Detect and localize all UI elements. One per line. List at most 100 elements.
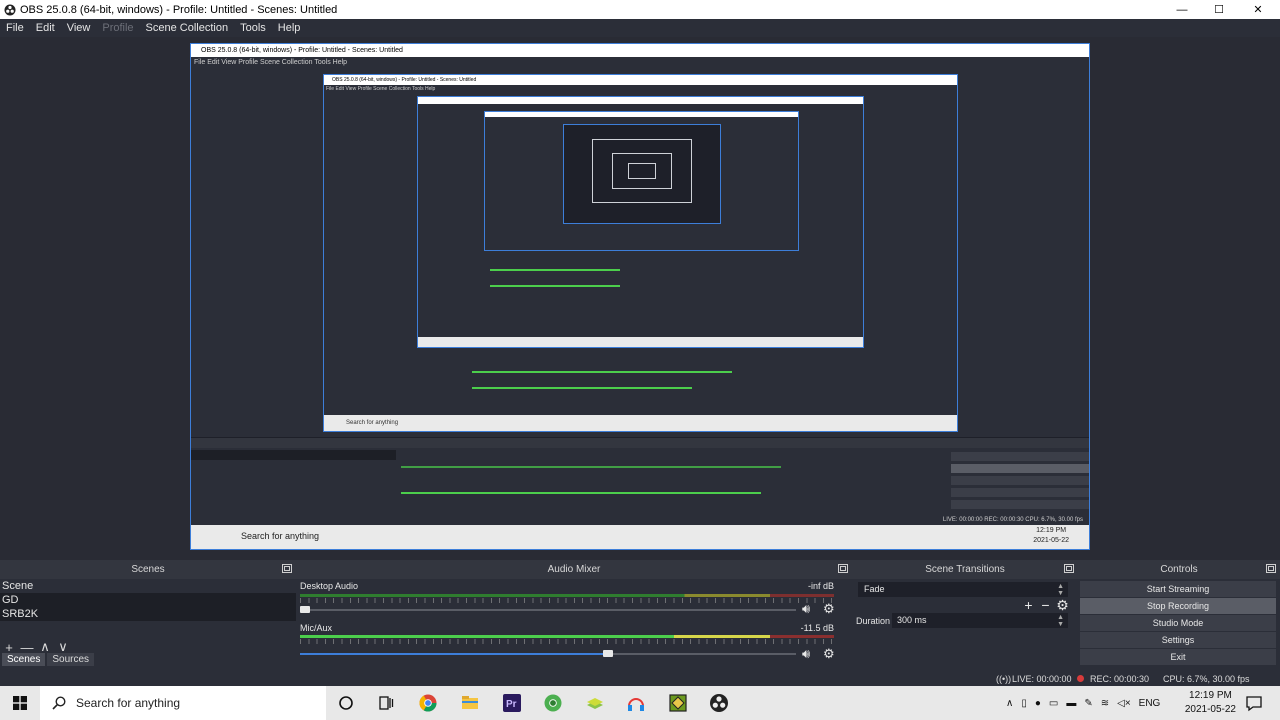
preview-menu: File Edit View Profile Scene Collection … [191,57,1089,69]
preview-deeper-title [485,112,798,117]
preview-deep-title [418,97,863,104]
duration-input[interactable]: 300 ms ▲ ▼ [892,613,1068,628]
transition-select[interactable]: Fade ▲ ▼ [858,582,1068,597]
preview-deep-meter [490,269,620,271]
menu-tools[interactable]: Tools [234,22,272,34]
device-icon[interactable]: ▯ [1021,698,1027,709]
duration-label: Duration [856,616,891,626]
obs-icon[interactable] [709,693,729,713]
exit-button[interactable]: Exit [1080,649,1276,665]
audio-mixer-title: Audio Mixer [547,564,601,575]
preview-canvas[interactable]: OBS 25.0.8 (64-bit, windows) - Profile: … [0,37,1280,560]
scene-item[interactable]: GD [0,593,296,607]
window-title: OBS 25.0.8 (64-bit, windows) - Profile: … [20,3,338,16]
meter-ticks [300,598,834,603]
volume-slider-knob[interactable] [602,650,613,657]
taskbar-clock[interactable]: 12:19 PM 2021-05-22 [1185,689,1236,717]
headphones-icon[interactable] [626,693,646,713]
duration-value: 300 ms [897,615,927,625]
undock-icon[interactable] [838,564,848,573]
studio-mode-button[interactable]: Studio Mode [1080,615,1276,631]
undock-icon[interactable] [282,564,292,573]
gear-icon[interactable]: ⚙ [823,646,835,662]
chevron-up-icon[interactable]: ∧ [1006,698,1013,709]
speaker-icon[interactable]: 🔊︎ [802,601,810,617]
tab-scenes[interactable]: Scenes [2,653,46,666]
language-indicator[interactable]: ENG [1139,698,1161,709]
preview-scene-selected [191,450,396,460]
track-name: Desktop Audio [300,581,359,591]
microphone-icon[interactable]: ● [1035,698,1041,709]
transition-buttons: + − ⚙ [1020,597,1071,614]
gd-icon[interactable] [668,693,688,713]
maximize-button[interactable]: ☐ [1199,0,1239,19]
task-view-icon[interactable] [376,693,396,713]
scene-transitions-dock: Scene Transitions Fade ▲ ▼ + − ⚙ Duration… [852,560,1078,686]
menu-scene-collection[interactable]: Scene Collection [140,22,235,34]
preview-deep-docks [418,255,863,335]
notification-icon[interactable] [1244,693,1264,713]
svg-text:Pr: Pr [506,699,517,710]
scenes-dock-header: Scenes [0,560,296,579]
wifi-icon[interactable]: ≋ [1101,698,1109,709]
preview-taskbar: Search for anything 12:19 PM 2021-05-22 [191,525,1089,549]
title-bar: OBS 25.0.8 (64-bit, windows) - Profile: … [0,0,1280,19]
gear-icon[interactable]: ⚙ [1054,597,1071,614]
add-transition-button[interactable]: + [1020,597,1037,614]
preview-deeper-docks [485,224,798,246]
preview-clock-date: 2021-05-22 [1033,537,1069,544]
minimize-button[interactable]: — [1162,0,1202,19]
start-streaming-button[interactable]: Start Streaming [1080,581,1276,597]
scene-item[interactable]: SRB2K [0,607,296,621]
scene-transitions-header: Scene Transitions [852,560,1078,579]
file-explorer-icon[interactable] [460,693,480,713]
preview-dock-headers [191,438,1089,448]
preview-nested-title: OBS 25.0.8 (64-bit, windows) - Profile: … [324,75,957,85]
volume-slider[interactable] [300,650,796,657]
close-button[interactable]: ✕ [1238,0,1278,19]
preview-nested-docks [324,351,957,413]
scenes-list[interactable]: Scene GD SRB2K [0,579,296,639]
preview-controls [951,452,1089,512]
audio-mixer-dock: Audio Mixer Desktop Audio -inf dB 🔊︎ ⚙ M… [296,560,852,686]
tab-sources[interactable]: Sources [47,653,95,666]
menu-profile[interactable]: Profile [96,22,139,34]
chrome-icon[interactable] [418,693,438,713]
controls-title: Controls [1160,564,1198,575]
menu-file[interactable]: File [0,22,30,34]
premiere-icon[interactable]: Pr [502,693,522,713]
preview-capture-deeper [484,111,799,251]
desktop-audio-track: Desktop Audio -inf dB 🔊︎ ⚙ [296,579,846,621]
tunnel-ring [628,163,656,179]
undock-icon[interactable] [1266,564,1276,573]
start-button[interactable] [0,686,40,720]
display-icon[interactable]: ▭ [1049,698,1058,709]
settings-button[interactable]: Settings [1080,632,1276,648]
volume-slider[interactable] [300,606,796,613]
volume-slider-knob[interactable] [300,606,310,613]
volume-icon[interactable]: ◁× [1117,698,1131,709]
speaker-icon[interactable]: 🔊︎ [802,646,810,662]
preview-control-btn [951,464,1089,473]
pen-icon[interactable]: ✎ [1084,698,1092,709]
preview-status: LIVE: 00:00:00 REC: 00:00:30 CPU: 6.7%, … [942,517,1083,523]
spin-arrows-icon[interactable]: ▲ ▼ [1057,614,1064,628]
battery-icon[interactable]: ▬ [1066,698,1076,709]
chrome-canary-icon[interactable] [543,693,563,713]
preview-capture-window: OBS 25.0.8 (64-bit, windows) - Profile: … [190,43,1090,550]
menu-view[interactable]: View [61,22,97,34]
scene-item[interactable]: Scene [0,579,296,593]
scenes-dock-title: Scenes [131,564,165,575]
gear-icon[interactable]: ⚙ [823,601,835,617]
remove-transition-button[interactable]: − [1037,597,1054,614]
stop-recording-button[interactable]: Stop Recording [1080,598,1276,614]
menu-edit[interactable]: Edit [30,22,61,34]
cortana-icon[interactable] [336,693,356,713]
stack-icon[interactable] [585,693,605,713]
taskbar-search[interactable]: Search for anything [40,686,326,720]
menu-help[interactable]: Help [272,22,307,34]
preview-nested-taskbar: Search for anything [324,415,957,431]
search-icon [52,696,66,710]
preview-control-btn [951,452,1089,461]
undock-icon[interactable] [1064,564,1074,573]
